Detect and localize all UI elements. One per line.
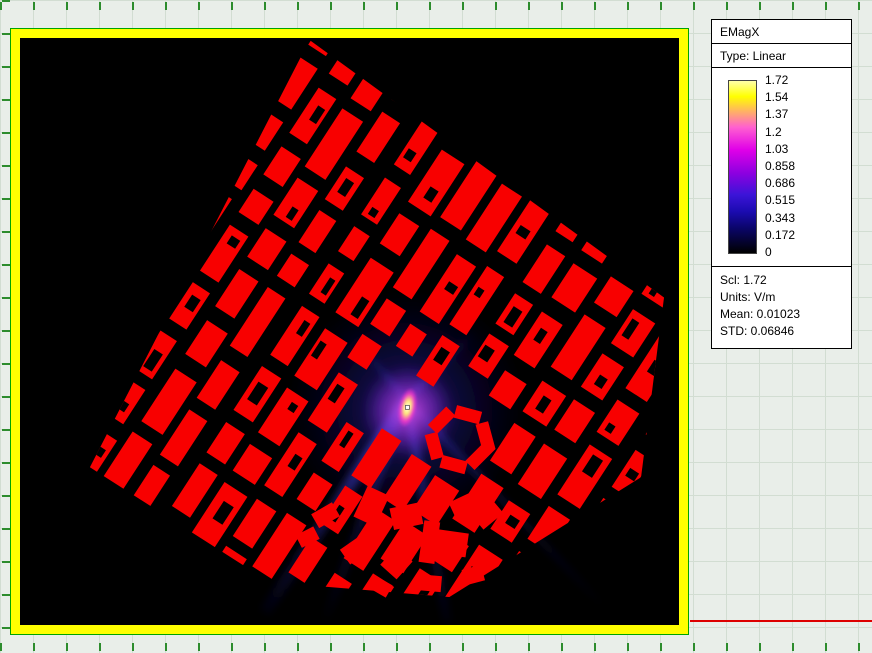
scale-tick-label: 1.2: [765, 124, 782, 139]
ruler-ticks-bottom: [0, 643, 872, 651]
legend-title: EMagX: [712, 20, 851, 44]
stat-scale: Scl: 1.72: [720, 273, 767, 287]
colorbar: [728, 80, 757, 254]
legend-panel: EMagX Type: Linear 1.72 1.54 1.37 1.2 1.…: [711, 19, 852, 349]
stat-std: STD: 0.06846: [720, 324, 795, 338]
stat-units: Units: V/m: [720, 290, 776, 304]
scale-tick-label: 0.858: [765, 158, 796, 173]
scale-tick-label: 1.54: [765, 90, 789, 105]
field-plot-canvas[interactable]: [20, 38, 679, 625]
scale-tick-label: 1.37: [765, 107, 789, 122]
simulation-plot-frame[interactable]: [10, 28, 689, 635]
stat-mean: Mean: 0.01023: [720, 307, 801, 321]
cad-viewport[interactable]: EMagX Type: Linear 1.72 1.54 1.37 1.2 1.…: [0, 0, 872, 653]
source-marker: [405, 404, 410, 410]
legend-type-label: Type: Linear: [712, 44, 851, 68]
legend-colorbar-section: 1.72 1.54 1.37 1.2 1.03 0.858 0.686 0.51…: [712, 68, 851, 266]
scale-tick-label: 0.686: [765, 176, 796, 191]
legend-stats: Scl: 1.72 Units: V/m Mean: 0.01023 STD: …: [712, 266, 851, 348]
scale-tick-label: 1.03: [765, 141, 789, 156]
scale-tick-label: 0.515: [765, 193, 796, 208]
ruler-ticks-left: [2, 0, 10, 653]
scale-tick-label: 0: [765, 244, 772, 259]
scale-tick-label: 1.72: [765, 73, 789, 87]
scale-tick-label: 0.343: [765, 210, 796, 225]
scale-tick-label: 0.172: [765, 227, 796, 242]
plot-sensor-frame: [11, 29, 688, 634]
colorbar-scale-labels: 1.72 1.54 1.37 1.2 1.03 0.858 0.686 0.51…: [765, 74, 795, 258]
x-axis-line: [690, 620, 872, 622]
ruler-ticks-top: [0, 2, 872, 10]
